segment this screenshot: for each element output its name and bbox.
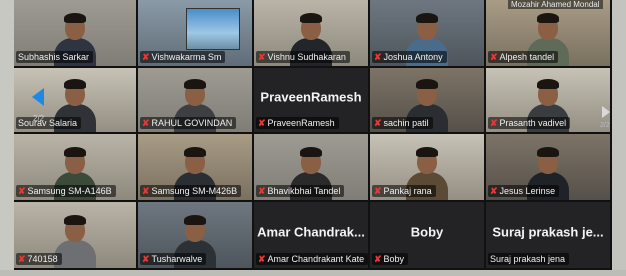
mic-muted-icon: ✘ [374,186,382,196]
participant-name: ✘ Vishnu Sudhakaran [256,51,350,63]
participant-tile-samsung-sm-m426b[interactable]: ✘ Samsung SM-M426B [138,134,254,202]
photo-left-edge [0,0,14,276]
participant-tile-bhavikbhai-tandel[interactable]: ✘ Bhavikbhai Tandel [254,134,370,202]
mic-muted-icon: ✘ [374,254,382,264]
participant-tile-tusharwalve[interactable]: ✘ Tusharwalve [138,202,254,270]
mic-muted-icon: ✘ [18,186,26,196]
previous-page-arrow-icon[interactable] [32,88,44,106]
next-page-arrow-icon[interactable] [602,106,610,118]
participant-tile-samsung-sm-a146b[interactable]: ✘ Samsung SM-A146B [14,134,138,202]
mic-muted-icon: ✘ [142,118,150,128]
participant-display-name: Suraj prakash je... [492,224,604,240]
mic-muted-icon: ✘ [490,52,498,62]
participant-tile-740158[interactable]: ✘ 740158 [14,202,138,270]
participant-name: ✘ Pankaj rana [372,185,436,197]
participant-tile-jesus-lerinse[interactable]: ✘ Jesus Lerinse [486,134,612,202]
participant-name: Suraj prakash jena [488,253,570,265]
mic-muted-icon: ✘ [258,254,266,264]
participant-tile-joshua-antony[interactable]: ✘ Joshua Antony [370,0,486,68]
participant-tile-boby[interactable]: Boby ✘ Boby [370,202,486,270]
participant-name: Sourav Salaria [16,117,82,129]
mic-muted-icon: ✘ [490,186,498,196]
participant-tile-subhashis-sarkar[interactable]: Subhashis Sarkar [14,0,138,68]
participant-name: ✘ Samsung SM-M426B [140,185,242,197]
photo-right-edge [612,0,626,276]
participant-tile-sachin-patil[interactable]: ✘ sachin patil [370,68,486,134]
mic-muted-icon: ✘ [18,254,26,264]
mic-muted-icon: ✘ [374,118,382,128]
participant-name-top: Mozahir Ahamed Mondal [508,0,603,9]
participant-name: ✘ Tusharwalve [140,253,207,265]
participant-name: ✘ Joshua Antony [372,51,447,63]
participant-name: ✘ PraveenRamesh [256,117,339,129]
mic-muted-icon: ✘ [258,118,266,128]
mic-muted-icon: ✘ [490,118,498,128]
participant-tile-vishnu-sudhakaran[interactable]: ✘ Vishnu Sudhakaran [254,0,370,68]
participant-name: ✘ Samsung SM-A146B [16,185,116,197]
participant-tile-pankaj-rana[interactable]: ✘ Pankaj rana [370,134,486,202]
mic-muted-icon: ✘ [258,186,266,196]
participant-name: ✘ sachin patil [372,117,433,129]
mic-muted-icon: ✘ [258,52,266,62]
participant-name: ✘ Boby [372,253,409,265]
participant-tile-amar-chandrakant-kate[interactable]: Amar Chandrak... ✘ Amar Chandrakant Kate [254,202,370,270]
participant-tile-alpesh-tandel[interactable]: ✘ Alpesh tandel [486,0,612,68]
participant-name: ✘ RAHUL GOVINDAN [140,117,237,129]
next-page-indicator: 2/2 [600,122,610,129]
participant-display-name: Boby [410,224,444,240]
participant-name: ✘ 740158 [16,253,62,265]
participant-name: ✘ Prasanth vadivel [488,117,571,129]
participant-name: ✘ Bhavikbhai Tandel [256,185,345,197]
mic-muted-icon: ✘ [142,254,150,264]
participant-tile-rahul-govindan[interactable]: ✘ RAHUL GOVINDAN [138,68,254,134]
participant-name: ✘ Jesus Lerinse [488,185,560,197]
mic-muted-icon: ✘ [374,52,382,62]
participant-tile-suraj-prakash-jena[interactable]: Suraj prakash je... Suraj prakash jena [486,202,612,270]
participant-tile-praveenramesh[interactable]: PraveenRamesh ✘ PraveenRamesh [254,68,370,134]
participant-tile-vishwakarma-sm[interactable]: ✘ Vishwakarma Sm [138,0,254,68]
photo-bottom-edge [0,270,626,276]
previous-page-indicator: 2/2 [33,114,45,123]
mic-muted-icon: ✘ [142,52,150,62]
mic-muted-icon: ✘ [142,186,150,196]
participant-display-name: PraveenRamesh [260,89,362,105]
participant-name: ✘ Amar Chandrakant Kate [256,253,368,265]
participant-display-name: Amar Chandrak... [257,224,365,240]
video-gallery: Subhashis Sarkar ✘ Vishwakarma Sm ✘ Vishnu… [14,0,612,270]
participant-name: ✘ Vishwakarma Sm [140,51,226,63]
participant-name: ✘ Alpesh tandel [488,51,559,63]
participant-tile-prasanth-vadivel[interactable]: ✘ Prasanth vadivel [486,68,612,134]
participant-photo [186,8,240,50]
participant-name: Subhashis Sarkar [16,51,94,63]
